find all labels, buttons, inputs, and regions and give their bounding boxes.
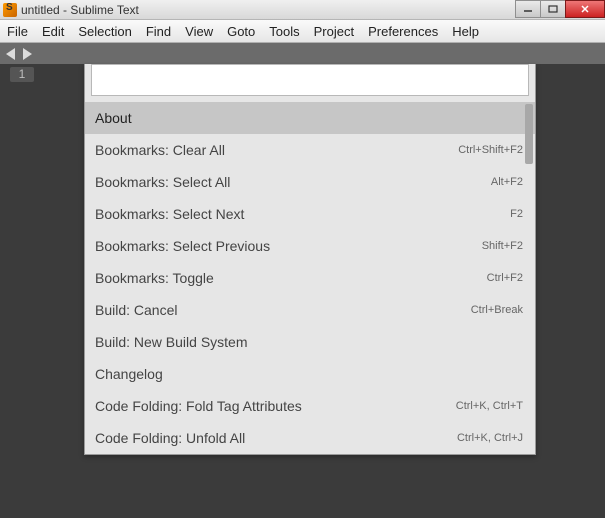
- title-bar: untitled - Sublime Text: [0, 0, 605, 20]
- menu-tools[interactable]: Tools: [262, 22, 306, 41]
- minimize-button[interactable]: [515, 0, 541, 18]
- palette-item-label: Bookmarks: Toggle: [95, 270, 214, 286]
- palette-item-label: Changelog: [95, 366, 163, 382]
- palette-item-label: Bookmarks: Select All: [95, 174, 230, 190]
- palette-item-code-folding-unfold-all[interactable]: Code Folding: Unfold All Ctrl+K, Ctrl+J: [85, 422, 535, 454]
- command-palette: About Bookmarks: Clear All Ctrl+Shift+F2…: [84, 64, 536, 455]
- palette-item-bookmarks-toggle[interactable]: Bookmarks: Toggle Ctrl+F2: [85, 262, 535, 294]
- maximize-button[interactable]: [540, 0, 566, 18]
- palette-item-shortcut: F2: [510, 208, 523, 220]
- palette-item-build-new-build-system[interactable]: Build: New Build System: [85, 326, 535, 358]
- editor-area: 1 About Bookmarks: Clear All Ctrl+Shift+…: [0, 64, 605, 518]
- maximize-icon: [548, 4, 558, 14]
- line-number-1: 1: [10, 67, 34, 82]
- palette-item-bookmarks-select-all[interactable]: Bookmarks: Select All Alt+F2: [85, 166, 535, 198]
- menu-help[interactable]: Help: [445, 22, 486, 41]
- gutter: 1: [0, 64, 44, 518]
- palette-item-shortcut: Ctrl+F2: [487, 272, 523, 284]
- command-palette-list: About Bookmarks: Clear All Ctrl+Shift+F2…: [85, 102, 535, 454]
- palette-item-shortcut: Shift+F2: [482, 240, 523, 252]
- palette-item-label: Bookmarks: Select Previous: [95, 238, 270, 254]
- window-title: untitled - Sublime Text: [21, 3, 516, 17]
- close-icon: [580, 4, 590, 14]
- palette-scrollbar[interactable]: [525, 104, 533, 164]
- palette-item-bookmarks-select-previous[interactable]: Bookmarks: Select Previous Shift+F2: [85, 230, 535, 262]
- palette-item-shortcut: Ctrl+K, Ctrl+J: [457, 432, 523, 444]
- menu-view[interactable]: View: [178, 22, 220, 41]
- window-buttons: [516, 0, 605, 19]
- palette-item-changelog[interactable]: Changelog: [85, 358, 535, 390]
- command-palette-input[interactable]: [91, 64, 529, 96]
- palette-item-label: Code Folding: Fold Tag Attributes: [95, 398, 302, 414]
- menu-edit[interactable]: Edit: [35, 22, 71, 41]
- menu-file[interactable]: File: [0, 22, 35, 41]
- menu-goto[interactable]: Goto: [220, 22, 262, 41]
- menu-bar: File Edit Selection Find View Goto Tools…: [0, 20, 605, 43]
- palette-item-shortcut: Ctrl+Shift+F2: [458, 144, 523, 156]
- palette-item-label: Build: New Build System: [95, 334, 248, 350]
- minimize-icon: [523, 4, 533, 14]
- menu-find[interactable]: Find: [139, 22, 178, 41]
- palette-item-label: Code Folding: Unfold All: [95, 430, 245, 446]
- close-button[interactable]: [565, 0, 605, 18]
- nav-forward-icon[interactable]: [23, 48, 32, 60]
- palette-item-label: Bookmarks: Select Next: [95, 206, 244, 222]
- app-icon: [3, 3, 17, 17]
- palette-item-label: Bookmarks: Clear All: [95, 142, 225, 158]
- nav-back-icon[interactable]: [6, 48, 15, 60]
- palette-item-shortcut: Ctrl+Break: [471, 304, 523, 316]
- palette-item-shortcut: Alt+F2: [491, 176, 523, 188]
- nav-toolbar: [0, 43, 605, 64]
- menu-project[interactable]: Project: [307, 22, 361, 41]
- palette-item-bookmarks-select-next[interactable]: Bookmarks: Select Next F2: [85, 198, 535, 230]
- menu-preferences[interactable]: Preferences: [361, 22, 445, 41]
- palette-item-label: About: [95, 110, 132, 126]
- palette-item-shortcut: Ctrl+K, Ctrl+T: [456, 400, 523, 412]
- palette-item-label: Build: Cancel: [95, 302, 178, 318]
- palette-item-build-cancel[interactable]: Build: Cancel Ctrl+Break: [85, 294, 535, 326]
- palette-item-code-folding-fold-tag-attributes[interactable]: Code Folding: Fold Tag Attributes Ctrl+K…: [85, 390, 535, 422]
- menu-selection[interactable]: Selection: [71, 22, 138, 41]
- palette-item-about[interactable]: About: [85, 102, 535, 134]
- command-palette-input-wrap: [85, 64, 535, 102]
- palette-item-bookmarks-clear-all[interactable]: Bookmarks: Clear All Ctrl+Shift+F2: [85, 134, 535, 166]
